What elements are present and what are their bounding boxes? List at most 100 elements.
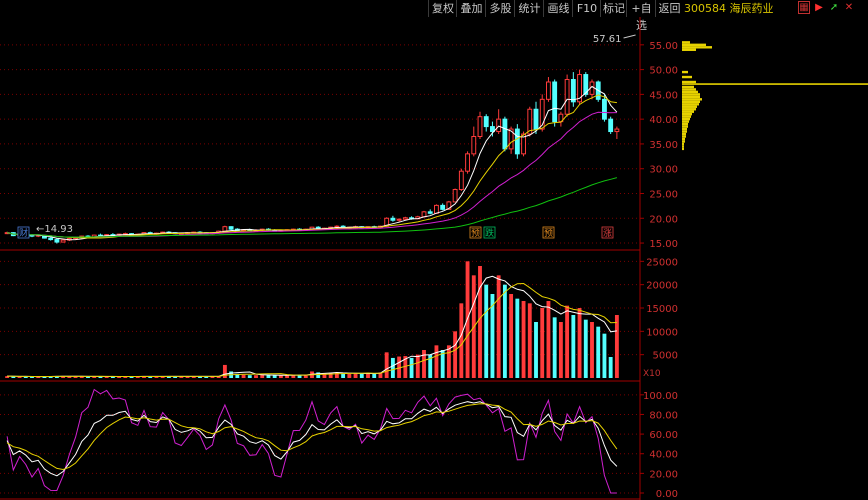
- candle-body: [222, 226, 228, 232]
- volume-label: 10000: [646, 327, 678, 338]
- volume-bar: [254, 375, 258, 378]
- volume-bar: [608, 357, 613, 378]
- volume-profile-bar: [682, 46, 712, 49]
- volume-bar: [552, 317, 557, 378]
- candle-body: [546, 81, 551, 100]
- candle-body: [402, 217, 408, 220]
- toolbar-button-4[interactable]: 统计: [514, 0, 544, 17]
- grid-icon[interactable]: ▦: [798, 1, 810, 14]
- arrow-icon[interactable]: ➚: [828, 1, 840, 14]
- ma10-line: [6, 94, 617, 239]
- volume-bar: [515, 298, 520, 378]
- event-marker: 跌: [485, 228, 494, 239]
- volume-bar: [534, 322, 538, 378]
- volume-profile-bar: [682, 95, 700, 99]
- volume-profile-bar: [682, 83, 868, 85]
- volume-profile-bar: [682, 137, 685, 141]
- volume-profile-bar: [682, 147, 684, 151]
- candle-body: [614, 128, 620, 133]
- volume-profile-bar: [682, 142, 684, 146]
- volume-bar: [565, 305, 570, 378]
- price-label: 45.00: [649, 90, 678, 101]
- volume-bar: [590, 322, 594, 378]
- volume-bar: [422, 350, 426, 378]
- osc-d-line: [6, 403, 618, 471]
- candle-body: [477, 116, 483, 138]
- volume-profile-bar: [682, 108, 696, 111]
- candle-body: [458, 170, 464, 191]
- volume-bar: [409, 357, 414, 378]
- volume-profile-bar: [682, 85, 694, 89]
- volume-bar: [384, 352, 389, 378]
- candle-body: [396, 218, 402, 221]
- toolbar-button-8[interactable]: +自选: [626, 0, 656, 32]
- volume-bar: [359, 373, 364, 378]
- osc-label: 0.00: [656, 489, 678, 500]
- volume-bar: [415, 354, 420, 378]
- osc-k-line: [6, 401, 618, 477]
- volume-label: 5000: [653, 351, 678, 362]
- osc-j-line: [6, 388, 617, 494]
- candle-body: [54, 239, 60, 243]
- candle-body: [465, 153, 470, 172]
- candle-body: [228, 226, 234, 230]
- ma5-line: [6, 85, 618, 241]
- osc-label: 20.00: [649, 469, 678, 480]
- toolbar-button-5[interactable]: 画线: [543, 0, 573, 17]
- volume-bar: [334, 372, 339, 378]
- candle-body: [427, 211, 433, 214]
- price-label: 55.00: [649, 41, 678, 52]
- volume-profile-bar: [682, 125, 688, 128]
- candle-body: [483, 116, 489, 128]
- osc-label: 80.00: [649, 410, 678, 421]
- toolbar-button-7[interactable]: 标记: [600, 0, 627, 17]
- candle-body: [514, 128, 520, 155]
- volume-bar: [372, 373, 377, 378]
- volume-bar: [353, 373, 358, 378]
- toolbar-button-6[interactable]: F10: [572, 0, 601, 17]
- volume-bar: [241, 374, 246, 378]
- volume-profile-bar: [682, 90, 698, 94]
- volume-label: 20000: [646, 281, 678, 292]
- volume-profile-bar: [682, 70, 688, 74]
- toolbar-button-3[interactable]: 多股: [485, 0, 515, 17]
- toolbar-button-1[interactable]: 复权: [428, 0, 457, 17]
- volume-profile-bar: [682, 103, 699, 106]
- volume-bar: [583, 319, 588, 378]
- candle-body: [440, 204, 446, 210]
- volume-profile-bar: [682, 132, 686, 136]
- flag-icon[interactable]: ▶: [813, 1, 825, 14]
- volume-profile-bar: [682, 120, 689, 123]
- volume-bar: [540, 308, 545, 378]
- volume-profile-bar: [682, 80, 696, 84]
- candle-body: [471, 136, 477, 155]
- volume-bar: [558, 322, 563, 378]
- volume-bar: [478, 266, 482, 378]
- osc-label: 100.00: [643, 391, 678, 402]
- volume-profile-bar: [682, 88, 696, 91]
- candle-body: [390, 217, 396, 221]
- max-price-label: 57.61: [593, 34, 622, 45]
- event-marker: 财: [19, 227, 28, 239]
- candle-body: [452, 189, 458, 203]
- volume-bar: [527, 303, 532, 378]
- volume-label: 25000: [646, 257, 678, 268]
- candle-body: [570, 79, 576, 103]
- volume-profile-bar: [682, 105, 697, 108]
- volume-profile-bar: [682, 41, 690, 44]
- volume-profile-bar: [682, 130, 687, 133]
- osc-label: 60.00: [649, 430, 678, 441]
- close-icon[interactable]: ✕: [843, 1, 855, 14]
- toolbar-button-2[interactable]: 叠加: [456, 0, 486, 17]
- volume-profile-bar: [682, 93, 700, 96]
- candle-body: [434, 204, 439, 214]
- event-marker: 预: [544, 228, 553, 239]
- volume-bar: [546, 301, 551, 378]
- volume-profile-bar: [682, 145, 684, 148]
- toolbar-button-9[interactable]: 返回: [655, 0, 683, 17]
- event-marker: 预: [471, 228, 480, 239]
- volume-bar: [266, 375, 271, 378]
- volume-profile-bar: [682, 117, 690, 121]
- max-price-pointer: [623, 34, 636, 39]
- volume-bar: [347, 373, 352, 378]
